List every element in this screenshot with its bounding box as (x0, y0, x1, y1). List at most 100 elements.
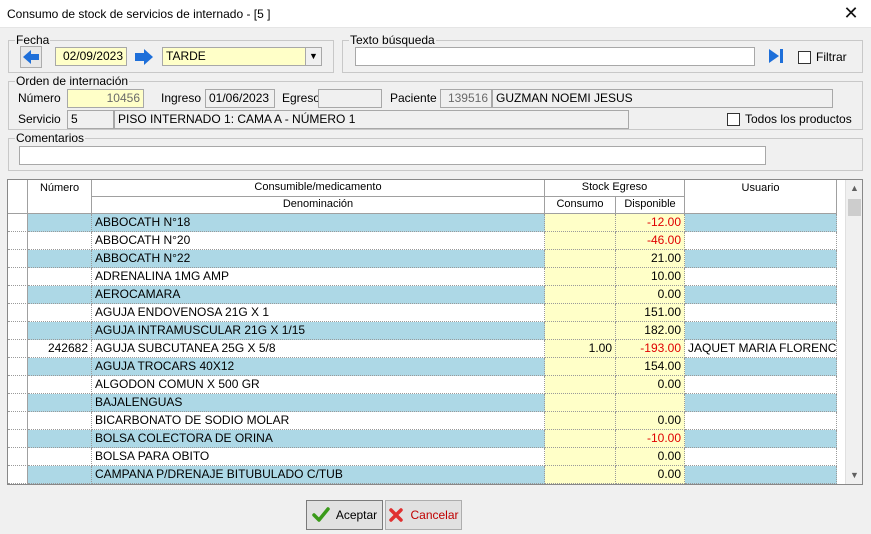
aceptar-label: Aceptar (335, 508, 378, 522)
cell-numero (28, 304, 92, 322)
search-input[interactable] (355, 47, 755, 66)
close-icon[interactable]: ✕ (839, 2, 863, 24)
aceptar-button[interactable]: Aceptar (306, 500, 383, 530)
cell-consumo[interactable] (545, 304, 616, 322)
vertical-scrollbar[interactable]: ▲ ▼ (845, 180, 862, 484)
cell-consumo[interactable] (545, 286, 616, 304)
table-row[interactable]: BOLSA PARA OBITO 0.00 (8, 448, 837, 466)
numero-field[interactable]: 10456 (67, 89, 144, 108)
cell-consumo[interactable] (545, 214, 616, 232)
cell-numero (28, 322, 92, 340)
cell-usuario (685, 232, 837, 250)
window-title: Consumo de stock de servicios de interna… (7, 7, 271, 21)
chevron-down-icon[interactable]: ▼ (305, 48, 321, 65)
cell-denominacion: AEROCAMARA (92, 286, 545, 304)
scroll-up-icon[interactable]: ▲ (846, 180, 862, 197)
row-selector[interactable] (8, 268, 28, 286)
next-date-button[interactable] (133, 46, 155, 68)
cell-numero (28, 394, 92, 412)
todos-productos-checkbox[interactable] (727, 113, 740, 126)
cell-consumo[interactable]: 1.00 (545, 340, 616, 358)
table-row[interactable]: ABBOCATH N°18 -12.00 (8, 214, 837, 232)
header-consumo[interactable]: Consumo (545, 197, 616, 214)
cell-usuario (685, 376, 837, 394)
cancelar-button[interactable]: Cancelar (385, 500, 462, 530)
cell-consumo[interactable] (545, 376, 616, 394)
cell-consumo[interactable] (545, 322, 616, 340)
cell-consumo[interactable] (545, 466, 616, 484)
cell-disponible: -10.00 (616, 430, 685, 448)
cell-consumo[interactable] (545, 358, 616, 376)
comentarios-input[interactable] (19, 146, 766, 165)
row-selector[interactable] (8, 250, 28, 268)
servicio-id-field: 5 (67, 110, 114, 129)
table-row[interactable]: ABBOCATH N°20 -46.00 (8, 232, 837, 250)
cell-denominacion: ABBOCATH N°20 (92, 232, 545, 250)
cell-consumo[interactable] (545, 394, 616, 412)
header-consumible: Consumible/medicamento (92, 180, 545, 197)
row-selector[interactable] (8, 322, 28, 340)
row-selector[interactable] (8, 286, 28, 304)
ingreso-label: Ingreso (161, 91, 202, 105)
prev-date-button[interactable] (20, 46, 42, 68)
row-selector[interactable] (8, 412, 28, 430)
header-denominacion[interactable]: Denominación (92, 197, 545, 214)
cell-consumo[interactable] (545, 250, 616, 268)
row-selector[interactable] (8, 214, 28, 232)
cell-consumo[interactable] (545, 232, 616, 250)
cell-disponible: 0.00 (616, 412, 685, 430)
table-row[interactable]: AGUJA INTRAMUSCULAR 21G X 1/15 182.00 (8, 322, 837, 340)
cell-numero (28, 412, 92, 430)
row-selector[interactable] (8, 448, 28, 466)
table-row[interactable]: AEROCAMARA 0.00 (8, 286, 837, 304)
cell-consumo[interactable] (545, 412, 616, 430)
row-selector[interactable] (8, 340, 28, 358)
arrow-left-icon (23, 50, 39, 64)
cell-disponible: 10.00 (616, 268, 685, 286)
row-selector[interactable] (8, 376, 28, 394)
row-selector[interactable] (8, 466, 28, 484)
table-row[interactable]: ABBOCATH N°22 21.00 (8, 250, 837, 268)
row-selector[interactable] (8, 430, 28, 448)
egreso-field (318, 89, 382, 108)
cell-consumo[interactable] (545, 448, 616, 466)
cell-numero (28, 430, 92, 448)
row-selector[interactable] (8, 232, 28, 250)
cell-denominacion: AGUJA SUBCUTANEA 25G X 5/8 (92, 340, 545, 358)
row-selector[interactable] (8, 394, 28, 412)
paciente-label: Paciente (390, 91, 437, 105)
table-row[interactable]: BOLSA COLECTORA DE ORINA -10.00 (8, 430, 837, 448)
row-selector[interactable] (8, 358, 28, 376)
scroll-thumb[interactable] (848, 199, 861, 216)
cell-numero (28, 268, 92, 286)
cell-usuario (685, 250, 837, 268)
search-go-button[interactable] (765, 45, 787, 67)
cell-denominacion: ADRENALINA 1MG AMP (92, 268, 545, 286)
numero-label: Número (18, 91, 61, 105)
cell-usuario (685, 394, 837, 412)
row-selector[interactable] (8, 304, 28, 322)
cell-numero (28, 250, 92, 268)
header-disponible[interactable]: Disponible (616, 197, 685, 214)
cell-disponible: 21.00 (616, 250, 685, 268)
table-row[interactable]: BICARBONATO DE SODIO MOLAR 0.00 (8, 412, 837, 430)
table-row[interactable]: 242682 AGUJA SUBCUTANEA 25G X 5/8 1.00 -193… (8, 340, 837, 358)
filtrar-checkbox[interactable] (798, 51, 811, 64)
cell-denominacion: ALGODON COMUN X 500 GR (92, 376, 545, 394)
table-row[interactable]: AGUJA ENDOVENOSA 21G X 1 151.00 (8, 304, 837, 322)
table-row[interactable]: BAJALENGUAS (8, 394, 837, 412)
cell-consumo[interactable] (545, 268, 616, 286)
table-row[interactable]: ALGODON COMUN X 500 GR 0.00 (8, 376, 837, 394)
table-row[interactable]: ADRENALINA 1MG AMP 10.00 (8, 268, 837, 286)
date-field[interactable]: 02/09/2023 (55, 47, 127, 66)
cell-consumo[interactable] (545, 430, 616, 448)
table-row[interactable]: AGUJA TROCARS 40X12 154.00 (8, 358, 837, 376)
scroll-down-icon[interactable]: ▼ (846, 467, 862, 484)
turno-select[interactable]: TARDE ▼ (162, 47, 322, 66)
comentarios-legend: Comentarios (16, 131, 85, 145)
cell-disponible: 182.00 (616, 322, 685, 340)
table-row[interactable]: CAMPANA P/DRENAJE BITUBULADO C/TUB 0.00 (8, 466, 837, 484)
header-usuario[interactable]: Usuario (685, 180, 837, 214)
header-numero[interactable]: Número (28, 180, 92, 214)
cancelar-label: Cancelar (410, 508, 459, 522)
